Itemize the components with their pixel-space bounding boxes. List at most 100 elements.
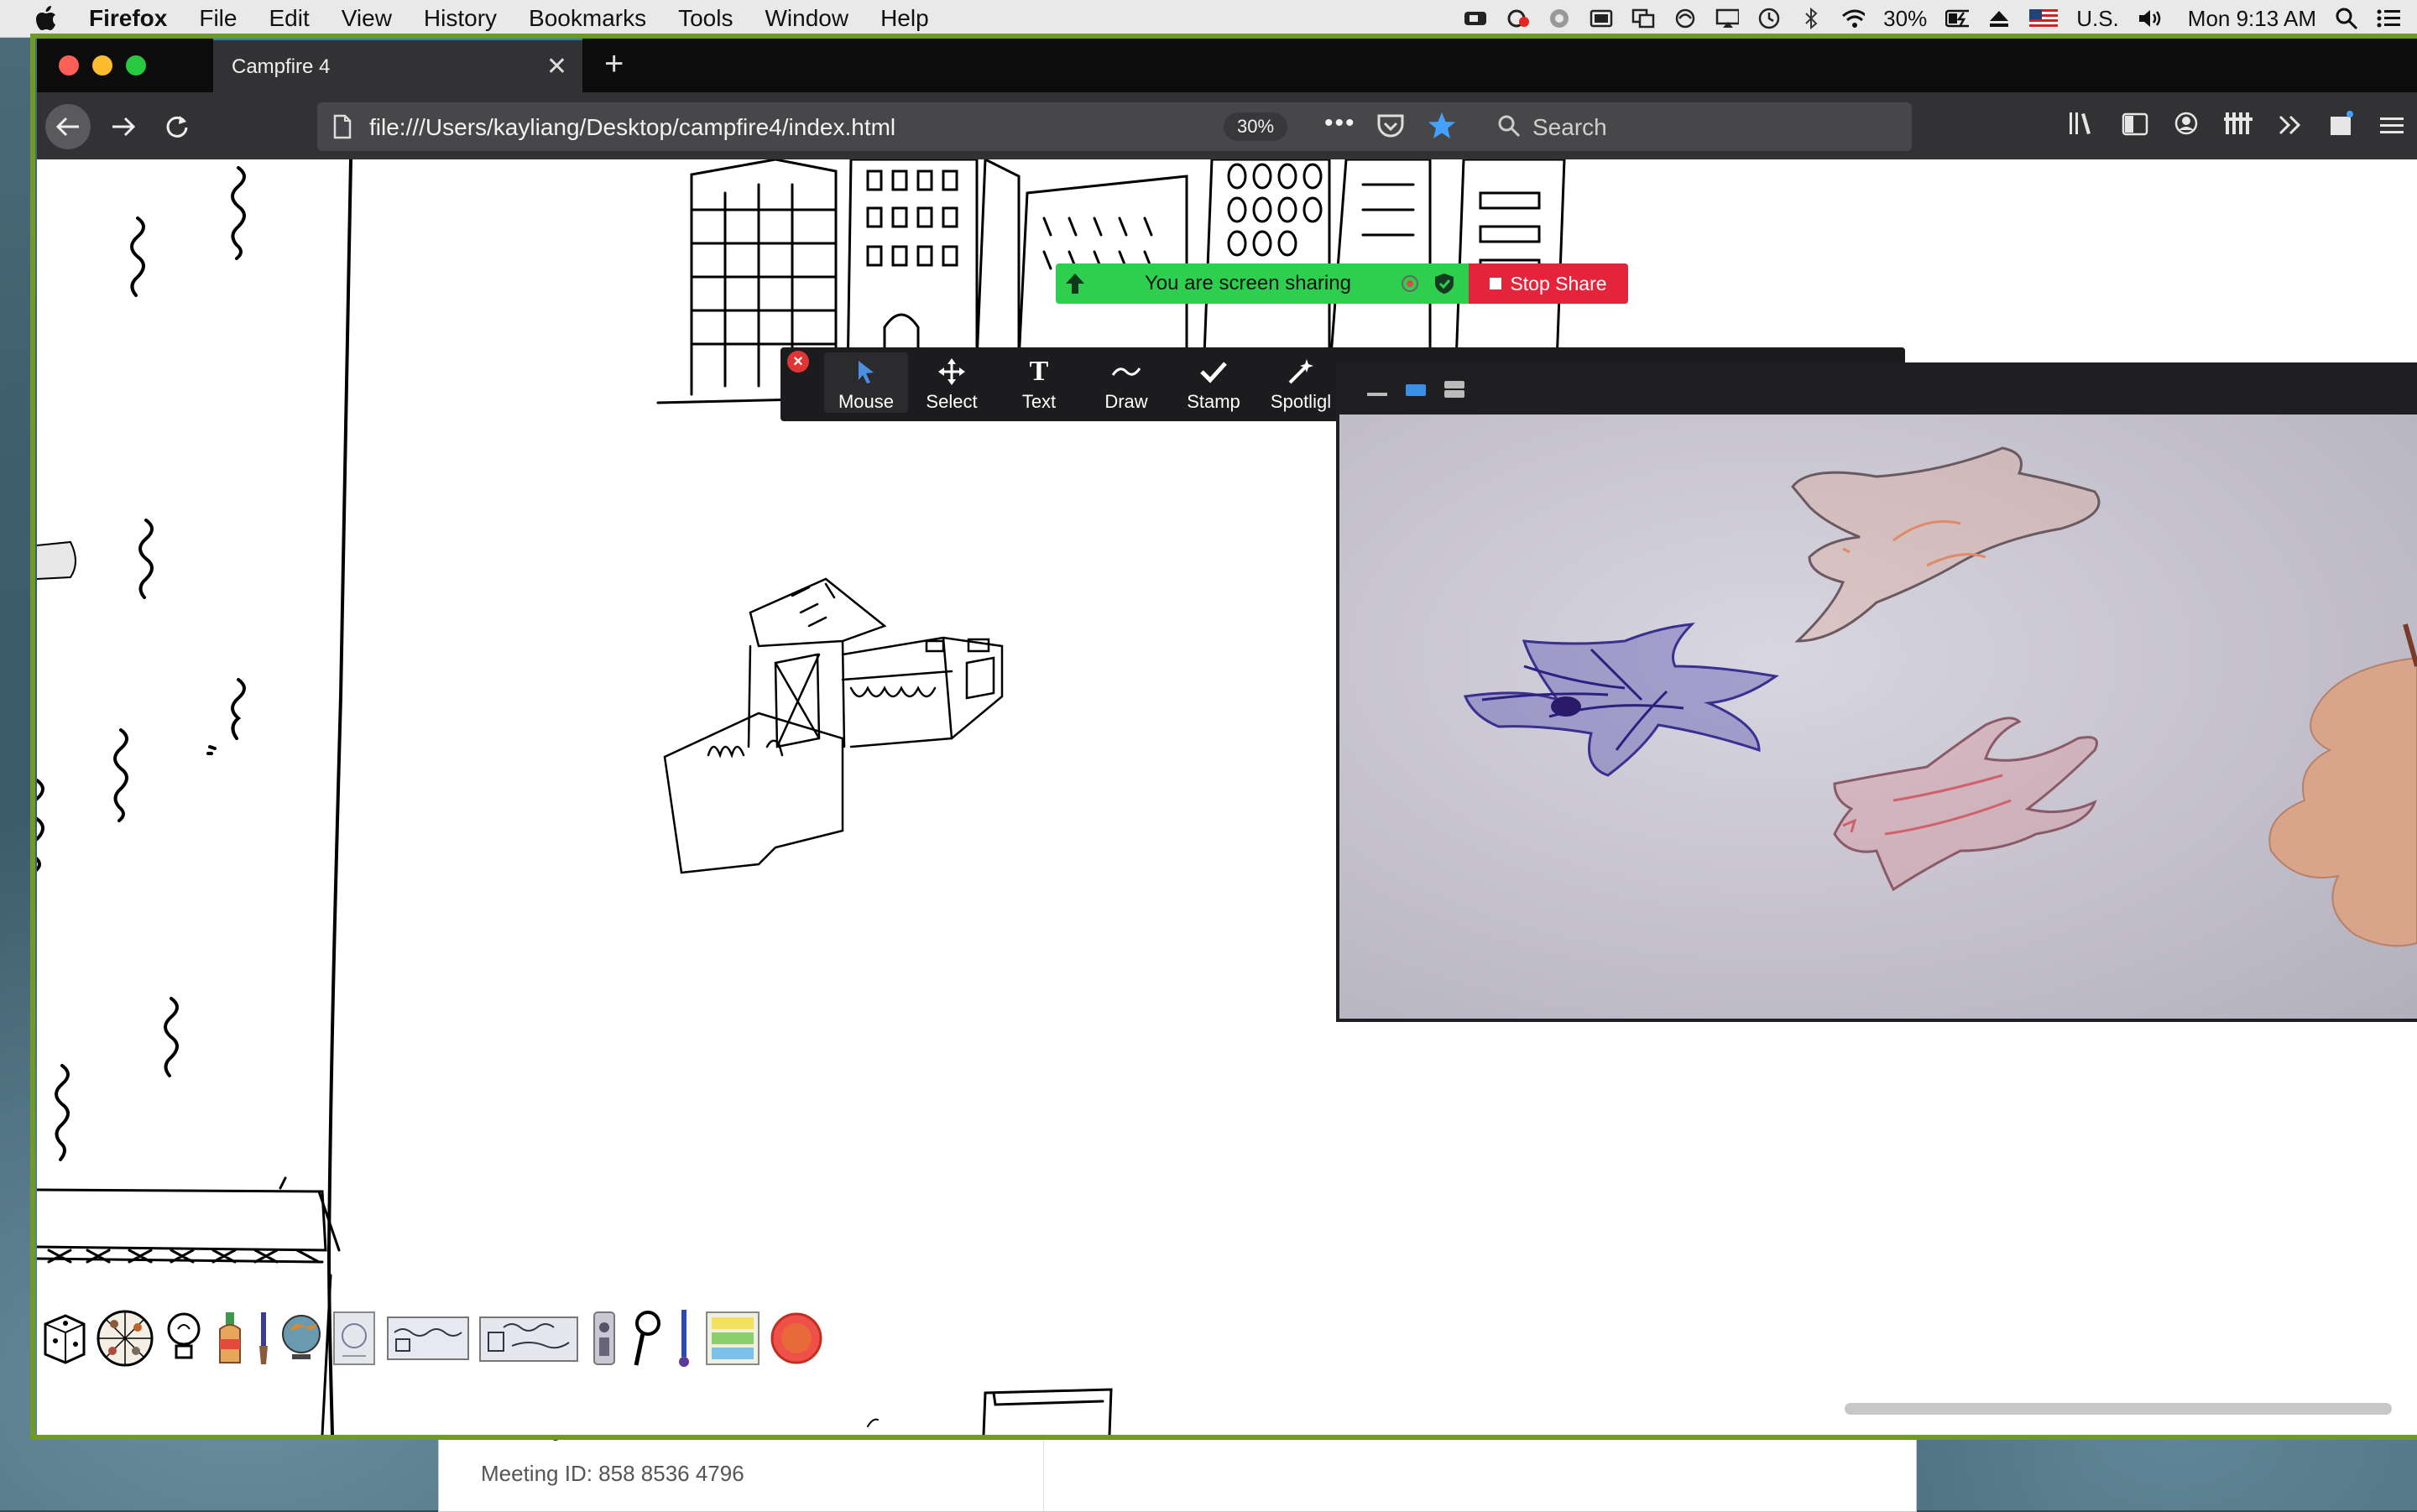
farm-building-drawing xyxy=(663,577,1004,874)
library-icon[interactable] xyxy=(2068,111,2096,143)
minimize-window-button[interactable] xyxy=(92,55,112,76)
eject-icon[interactable] xyxy=(1987,8,2011,29)
magic-wand-icon xyxy=(1259,352,1343,391)
us-flag-icon[interactable] xyxy=(2029,8,2059,29)
move-arrows-icon xyxy=(910,352,994,391)
input-source-label[interactable]: U.S. xyxy=(2076,6,2119,32)
page-actions-icon[interactable]: ••• xyxy=(1324,109,1356,138)
search-placeholder: Search xyxy=(1532,114,1607,140)
zoom-video-icon[interactable] xyxy=(1464,8,1487,29)
sidebar-icon[interactable] xyxy=(2122,112,2148,143)
battery-charging-icon[interactable] xyxy=(1945,8,1970,29)
pocket-icon[interactable] xyxy=(1376,112,1405,145)
checkmark-icon xyxy=(1172,352,1255,391)
tool-stamp[interactable]: Stamp xyxy=(1172,352,1255,413)
tool-spotlight[interactable]: Spotligl xyxy=(1259,352,1343,413)
pen-stamp-icon[interactable] xyxy=(671,1309,697,1368)
figure-stamp-icon[interactable] xyxy=(587,1309,621,1368)
road-line xyxy=(326,159,352,1435)
hamburger-menu-icon[interactable] xyxy=(2380,112,2404,143)
menu-clock[interactable]: Mon 9:13 AM xyxy=(2188,6,2316,32)
menu-bookmarks[interactable]: Bookmarks xyxy=(529,5,646,32)
tool-select[interactable]: Select xyxy=(910,352,994,413)
video-drawings xyxy=(1463,446,2417,947)
bottle-stamp-icon[interactable] xyxy=(213,1309,247,1368)
extension-bars-icon[interactable] xyxy=(2224,111,2253,143)
reload-icon[interactable] xyxy=(154,104,200,149)
record-indicator-icon xyxy=(1400,274,1420,298)
sync-icon[interactable] xyxy=(1673,8,1697,29)
menu-edit[interactable]: Edit xyxy=(269,5,309,32)
menu-view[interactable]: View xyxy=(342,5,392,32)
hand-in-frame xyxy=(2268,656,2417,947)
sticky-notes-stamp-icon[interactable] xyxy=(705,1309,760,1368)
globe-stamp-icon[interactable] xyxy=(280,1309,322,1368)
tool-text[interactable]: T Text xyxy=(997,352,1081,413)
menu-window[interactable]: Window xyxy=(765,5,848,32)
aperture-icon[interactable] xyxy=(1548,8,1571,29)
back-icon[interactable] xyxy=(45,104,91,149)
screen-icon[interactable] xyxy=(1590,8,1613,29)
bookmark-star-icon[interactable] xyxy=(1427,111,1457,147)
tab-campfire-4[interactable]: Campfire 4 ✕ xyxy=(213,39,582,92)
tool-draw[interactable]: Draw xyxy=(1084,352,1168,413)
time-machine-icon[interactable] xyxy=(1757,8,1781,29)
close-annotation-icon[interactable]: × xyxy=(787,351,809,373)
dice-stamp-icon[interactable] xyxy=(40,1309,87,1368)
sketch-note-stamp-2-icon[interactable] xyxy=(478,1309,579,1368)
windows-icon[interactable] xyxy=(1631,8,1655,29)
orange-bird-drawing xyxy=(1791,446,2101,643)
close-tab-icon[interactable]: ✕ xyxy=(546,52,567,81)
minimize-video-icon[interactable] xyxy=(1366,379,1388,404)
close-window-button[interactable] xyxy=(59,55,79,76)
squiggle xyxy=(130,216,145,297)
lightbulb-stamp-icon[interactable] xyxy=(163,1309,205,1368)
volume-icon[interactable] xyxy=(2138,8,2161,29)
participant-video-feed[interactable] xyxy=(1339,414,2417,1019)
zoom-window-button[interactable] xyxy=(126,55,146,76)
bluetooth-icon[interactable] xyxy=(1799,8,1823,29)
search-bar[interactable]: Search xyxy=(1482,102,1912,151)
spotlight-search-icon[interactable] xyxy=(2335,8,2358,30)
menu-file[interactable]: File xyxy=(199,5,237,32)
notification-center-icon[interactable] xyxy=(2377,8,2400,29)
red-orb-stamp-icon[interactable] xyxy=(769,1309,824,1368)
paintbrush-stamp-icon[interactable] xyxy=(255,1309,272,1368)
apple-logo-icon[interactable] xyxy=(35,6,60,31)
gallery-view-icon[interactable] xyxy=(1443,379,1465,404)
menu-history[interactable]: History xyxy=(424,5,497,32)
battery-percent: 30% xyxy=(1883,5,1928,31)
horizontal-scrollbar[interactable] xyxy=(1845,1403,2392,1415)
account-icon[interactable] xyxy=(2174,111,2199,143)
stop-share-button[interactable]: Stop Share xyxy=(1469,263,1628,304)
airplay-display-icon[interactable] xyxy=(1715,8,1740,29)
menu-tools[interactable]: Tools xyxy=(678,5,733,32)
wifi-icon[interactable] xyxy=(1841,8,1866,29)
tool-mouse[interactable]: Mouse xyxy=(824,352,908,413)
tool-draw-label: Draw xyxy=(1104,391,1148,412)
blue-bird-drawing xyxy=(1463,623,1779,777)
whats-new-icon[interactable] xyxy=(2328,110,2355,143)
toolbar-icons xyxy=(2068,104,2417,149)
card-stamp-icon[interactable] xyxy=(331,1309,378,1368)
building xyxy=(975,159,1021,362)
tool-select-label: Select xyxy=(926,391,978,412)
zoom-level-badge[interactable]: 30% xyxy=(1224,112,1287,141)
url-text[interactable]: file:///Users/kayliang/Desktop/campfire4… xyxy=(369,114,895,141)
stamp-tray xyxy=(40,1309,824,1368)
new-tab-icon[interactable]: + xyxy=(604,45,624,83)
forward-icon[interactable] xyxy=(101,104,146,149)
overflow-chevron-icon[interactable] xyxy=(2278,112,2303,143)
menu-app-firefox[interactable]: Firefox xyxy=(89,5,167,32)
pie-wheel-stamp-icon[interactable] xyxy=(96,1309,154,1368)
single-video-view-icon[interactable] xyxy=(1405,379,1427,404)
tool-mouse-label: Mouse xyxy=(838,391,895,412)
arrow-cursor-icon xyxy=(824,352,908,391)
url-bar[interactable]: file:///Users/kayliang/Desktop/campfire4… xyxy=(317,102,1492,151)
menu-help[interactable]: Help xyxy=(880,5,929,32)
creative-cloud-icon[interactable] xyxy=(1506,8,1530,29)
magnifying-glass-stamp-icon[interactable] xyxy=(629,1309,663,1368)
building xyxy=(846,159,979,379)
sketch-note-stamp-icon[interactable] xyxy=(386,1309,470,1368)
screen-sharing-banner[interactable]: You are screen sharing Stop Share xyxy=(1056,263,1628,304)
